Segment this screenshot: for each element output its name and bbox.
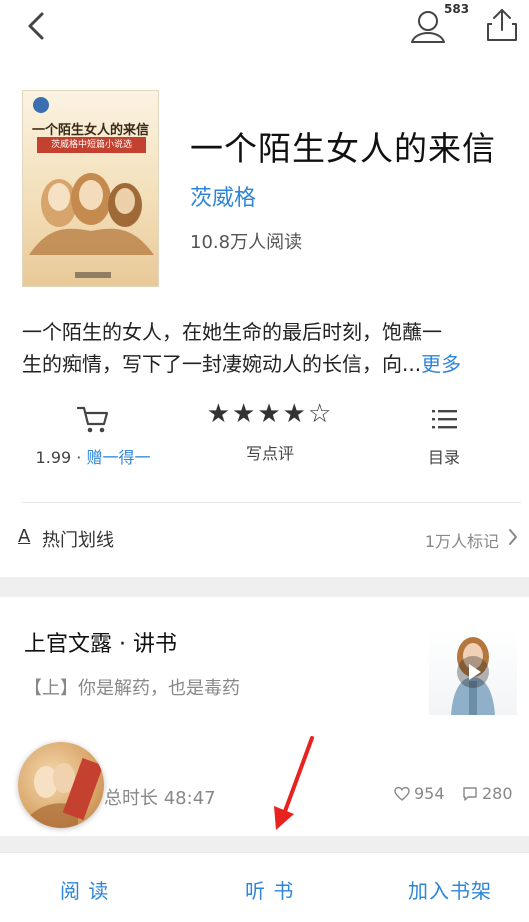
price: 1.99 bbox=[35, 448, 72, 467]
cover-illustration bbox=[29, 173, 154, 255]
heart-icon bbox=[394, 786, 410, 801]
rating-stars: ★★★★☆ bbox=[206, 399, 334, 429]
more-link[interactable]: 更多 bbox=[421, 352, 461, 376]
listen-button[interactable]: 听 书 bbox=[245, 875, 294, 904]
reader-count: 10.8万人阅读 bbox=[190, 232, 303, 253]
description-text: 生的痴情，写下了一封凄婉动人的长信，向... bbox=[22, 352, 422, 376]
review-label: 写点评 bbox=[245, 444, 294, 463]
cover-title: 一个陌生女人的来信 bbox=[31, 123, 149, 138]
read-button[interactable]: 阅 读 bbox=[60, 875, 109, 904]
popular-highlights-row[interactable]: A 热门划线 1万人标记 bbox=[0, 518, 529, 562]
annotation-arrow-icon bbox=[274, 736, 314, 830]
like-count-value: 954 bbox=[414, 784, 445, 803]
like-count[interactable]: 954 bbox=[394, 784, 445, 803]
cart-icon bbox=[76, 406, 109, 433]
action-row: 1.99 · 赠一得一 ★★★★☆ 写点评 目录 bbox=[0, 398, 529, 468]
price-separator: · bbox=[71, 448, 87, 467]
description-line: 一个陌生的女人，在她生命的最后时刻，饱蘸一 bbox=[22, 320, 442, 344]
chevron-right-icon bbox=[507, 527, 519, 552]
author-link[interactable]: 茨威格 bbox=[190, 180, 256, 212]
toc-label: 目录 bbox=[427, 448, 460, 467]
review-button[interactable]: ★★★★☆ 写点评 bbox=[190, 398, 350, 468]
chevron-left-icon bbox=[28, 12, 44, 40]
book-title: 一个陌生女人的来信 bbox=[190, 129, 496, 168]
top-bar: 583 bbox=[0, 0, 529, 56]
underline-a-icon: A bbox=[18, 526, 31, 547]
audio-disc[interactable] bbox=[18, 742, 104, 828]
highlights-label: 热门划线 bbox=[42, 530, 114, 551]
bottom-action-bar: 阅 读 听 书 加入书架 bbox=[0, 852, 529, 922]
list-icon bbox=[432, 410, 457, 429]
audio-title[interactable]: 上官文露 · 讲书 bbox=[24, 626, 177, 658]
price-label: 1.99 · 赠一得一 bbox=[28, 444, 158, 468]
audio-duration: 总时长 48:47 bbox=[104, 788, 216, 809]
comment-count[interactable]: 280 bbox=[462, 784, 513, 803]
audio-video-thumbnail[interactable] bbox=[429, 629, 517, 715]
share-icon bbox=[487, 9, 517, 41]
highlights-count: 1万人标记 bbox=[424, 532, 499, 551]
comment-count-value: 280 bbox=[482, 784, 513, 803]
publisher-mark bbox=[75, 272, 111, 278]
toc-button[interactable]: 目录 bbox=[404, 398, 484, 468]
gift-link[interactable]: 赠一得一 bbox=[86, 448, 150, 467]
comment-icon bbox=[463, 787, 477, 801]
publisher-logo bbox=[33, 97, 49, 113]
section-separator bbox=[0, 836, 529, 852]
follow-count-badge: 583 bbox=[444, 2, 470, 16]
cover-subtitle: 茨威格中短篇小说选 bbox=[37, 137, 146, 153]
add-to-shelf-button[interactable]: 加入书架 bbox=[408, 875, 492, 904]
description-line: 生的痴情，写下了一封凄婉动人的长信，向...更多 bbox=[22, 348, 522, 380]
play-icon[interactable] bbox=[457, 656, 489, 688]
divider bbox=[22, 502, 521, 503]
share-button[interactable] bbox=[484, 6, 520, 46]
buy-button[interactable]: 1.99 · 赠一得一 bbox=[28, 398, 158, 468]
back-button[interactable] bbox=[18, 6, 58, 46]
section-separator bbox=[0, 577, 529, 597]
book-description[interactable]: 一个陌生的女人，在她生命的最后时刻，饱蘸一 生的痴情，写下了一封凄婉动人的长信，… bbox=[22, 316, 522, 380]
book-cover[interactable]: 一个陌生女人的来信 茨威格中短篇小说选 bbox=[22, 90, 159, 287]
audio-subtitle: 【上】你是解药，也是毒药 bbox=[24, 678, 240, 699]
